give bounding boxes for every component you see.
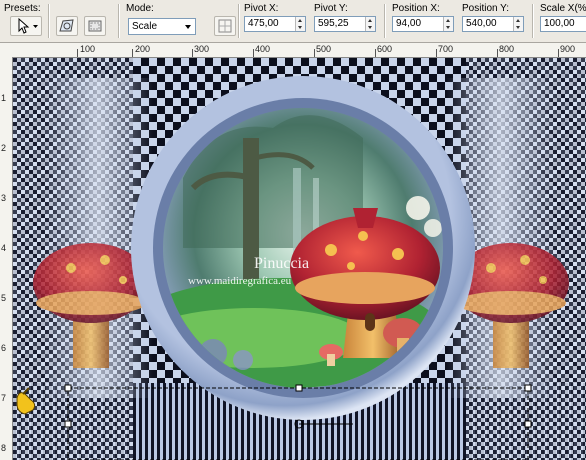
handle-mid-right[interactable]: [524, 420, 532, 428]
ruler-v-label: 1: [1, 93, 7, 103]
pivot-y-spinner[interactable]: [365, 17, 375, 31]
handle-top-left[interactable]: [64, 384, 72, 392]
position-y-spinner[interactable]: [513, 17, 523, 31]
horizontal-ruler: 100 200 300 400 500 600 700 800 900: [0, 43, 586, 58]
ruler-v-label: 7: [1, 393, 7, 403]
presets-label: Presets:: [4, 3, 41, 14]
ruler-v-label: 3: [1, 193, 7, 203]
ruler-h-label: 300: [194, 44, 210, 54]
ruler-h-label: 500: [316, 44, 332, 54]
ruler-h-label: 200: [135, 44, 151, 54]
image-canvas[interactable]: Pinuccia www.maidiregrafica.eu: [13, 58, 586, 460]
ruler-h-label: 800: [499, 44, 515, 54]
artwork: Pinuccia www.maidiregrafica.eu: [13, 58, 586, 460]
handle-top-center[interactable]: [295, 384, 303, 392]
cursor-dropdown-icon: [33, 25, 38, 28]
ruler-h-label: 400: [255, 44, 271, 54]
chevron-down-icon: [185, 25, 191, 29]
handle-top-right[interactable]: [524, 384, 532, 392]
position-y-value: 540,00: [466, 18, 497, 29]
ruler-h-label: 100: [80, 44, 96, 54]
deform-icon: [59, 19, 74, 32]
pointer-icon: [18, 17, 38, 34]
position-x-label: Position X:: [392, 3, 440, 14]
mode-label: Mode:: [126, 3, 154, 14]
tool-options-palette: Presets: Mode: Scale Pivot X: 475,00 Piv…: [0, 0, 586, 43]
ruler-h-label: 700: [438, 44, 454, 54]
scale-x-input[interactable]: 100,00: [540, 16, 586, 32]
ruler-h-label: 600: [377, 44, 393, 54]
position-x-value: 94,00: [396, 18, 422, 29]
reset-icon: [88, 20, 102, 32]
ruler-v-label: 4: [1, 243, 7, 253]
vertical-ruler: 1 2 3 4 5 6 7 8: [0, 57, 13, 460]
deform-button[interactable]: [56, 16, 78, 36]
position-x-input[interactable]: 94,00: [392, 16, 454, 32]
grid-button[interactable]: [214, 16, 236, 36]
mode-value: Scale: [132, 21, 158, 32]
presets-dropdown[interactable]: [10, 16, 42, 36]
watermark-url: www.maidiregrafica.eu: [188, 275, 292, 287]
ruler-v-label: 6: [1, 343, 7, 353]
pivot-x-input[interactable]: 475,00: [244, 16, 306, 32]
ruler-v-label: 5: [1, 293, 7, 303]
scale-x-label: Scale X(%: [540, 3, 586, 14]
pivot-x-value: 475,00: [248, 18, 279, 29]
watermark-title: Pinuccia: [254, 255, 309, 272]
pivot-x-spinner[interactable]: [295, 17, 305, 31]
reset-button[interactable]: [84, 16, 106, 36]
position-y-label: Position Y:: [462, 3, 510, 14]
pivot-y-input[interactable]: 595,25: [314, 16, 376, 32]
ruler-v-label: 8: [1, 443, 7, 453]
handle-mid-left[interactable]: [64, 420, 72, 428]
pivot-y-label: Pivot Y:: [314, 3, 348, 14]
ruler-v-label: 2: [1, 143, 7, 153]
position-y-input[interactable]: 540,00: [462, 16, 524, 32]
grid-icon: [218, 19, 232, 33]
position-x-spinner[interactable]: [443, 17, 453, 31]
ruler-h-label: 900: [560, 44, 576, 54]
scale-x-value: 100,00: [544, 18, 575, 29]
mode-select[interactable]: Scale: [128, 18, 196, 35]
pivot-x-label: Pivot X:: [244, 3, 279, 14]
pivot-y-value: 595,25: [318, 18, 349, 29]
